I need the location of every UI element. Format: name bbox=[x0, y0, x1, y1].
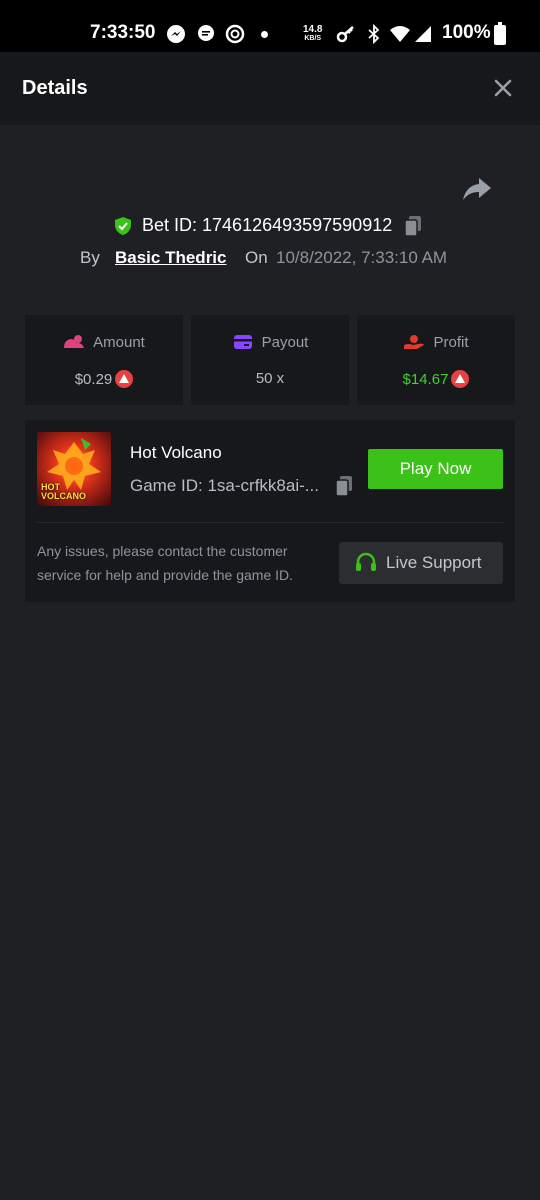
copy-bet-id-icon[interactable] bbox=[403, 215, 423, 237]
game-name: Hot Volcano bbox=[130, 443, 222, 462]
card-icon bbox=[233, 335, 252, 349]
avax-coin-icon bbox=[115, 370, 134, 388]
bet-meta-row: By Basic Thedric On 10/8/2022, 7:33:10 A… bbox=[0, 246, 540, 270]
copy-game-id-icon[interactable] bbox=[334, 475, 354, 497]
messenger-icon bbox=[167, 25, 185, 43]
live-support-label: Live Support bbox=[386, 553, 482, 572]
play-now-button[interactable]: Play Now bbox=[368, 449, 503, 489]
stat-payout-value: 50 x bbox=[255, 370, 285, 387]
signal-icon bbox=[415, 26, 431, 42]
live-support-button[interactable]: Live Support bbox=[339, 542, 503, 584]
game-card: HOT VOLCANO Hot Volcano Game ID: 1sa-crf… bbox=[25, 420, 515, 602]
user-link[interactable]: Basic Thedric bbox=[115, 248, 227, 268]
chat-icon bbox=[198, 25, 214, 41]
bet-date: 10/8/2022, 7:33:10 AM bbox=[276, 248, 448, 267]
bet-id: Bet ID: 1746126493597590912 bbox=[142, 215, 393, 235]
avax-coin-icon bbox=[451, 370, 470, 388]
stat-amount-value: $0.29 bbox=[74, 371, 113, 388]
battery-icon bbox=[494, 22, 506, 45]
details-header: Details bbox=[0, 52, 540, 125]
battery-level: 100% bbox=[442, 22, 491, 43]
coins-icon bbox=[64, 335, 85, 348]
shield-check-icon bbox=[115, 217, 131, 235]
game-id: Game ID: 1sa-crfkk8ai-... bbox=[130, 476, 319, 495]
divider bbox=[37, 522, 503, 523]
share-icon[interactable] bbox=[462, 176, 492, 202]
stat-profit-value: $14.67 bbox=[402, 371, 449, 388]
hand-coin-icon bbox=[404, 335, 425, 349]
bluetooth-icon bbox=[368, 24, 380, 44]
page-title: Details bbox=[22, 77, 88, 99]
close-icon[interactable] bbox=[490, 75, 516, 101]
wifi-icon bbox=[390, 26, 410, 42]
headset-icon bbox=[356, 552, 376, 571]
by-label: By bbox=[80, 248, 100, 267]
stat-payout: Payout 50 x bbox=[191, 315, 349, 405]
stat-amount-label: Amount bbox=[93, 334, 145, 351]
notification-dot bbox=[261, 31, 268, 38]
game-thumbnail[interactable]: HOT VOLCANO bbox=[37, 432, 111, 506]
net-speed: 14.8 KB/S bbox=[303, 25, 322, 43]
status-bar: 7:33:50 14.8 KB/S 100% bbox=[0, 0, 540, 52]
stat-profit-label: Profit bbox=[433, 334, 469, 351]
bet-id-row: Bet ID: 1746126493597590912 bbox=[0, 214, 540, 238]
sync-icon bbox=[225, 24, 245, 44]
stat-amount: Amount $0.29 bbox=[25, 315, 183, 405]
stat-payout-label: Payout bbox=[261, 334, 309, 351]
thumbnail-title: HOT VOLCANO bbox=[41, 482, 86, 501]
net-speed-value: 14.8 bbox=[303, 24, 323, 35]
on-label: On bbox=[245, 248, 268, 267]
net-speed-unit: KB/S bbox=[304, 35, 322, 42]
status-time: 7:33:50 bbox=[90, 22, 156, 43]
key-icon bbox=[336, 26, 354, 43]
help-text: Any issues, please contact the customer … bbox=[37, 543, 294, 583]
stat-profit: Profit $14.67 bbox=[357, 315, 515, 405]
